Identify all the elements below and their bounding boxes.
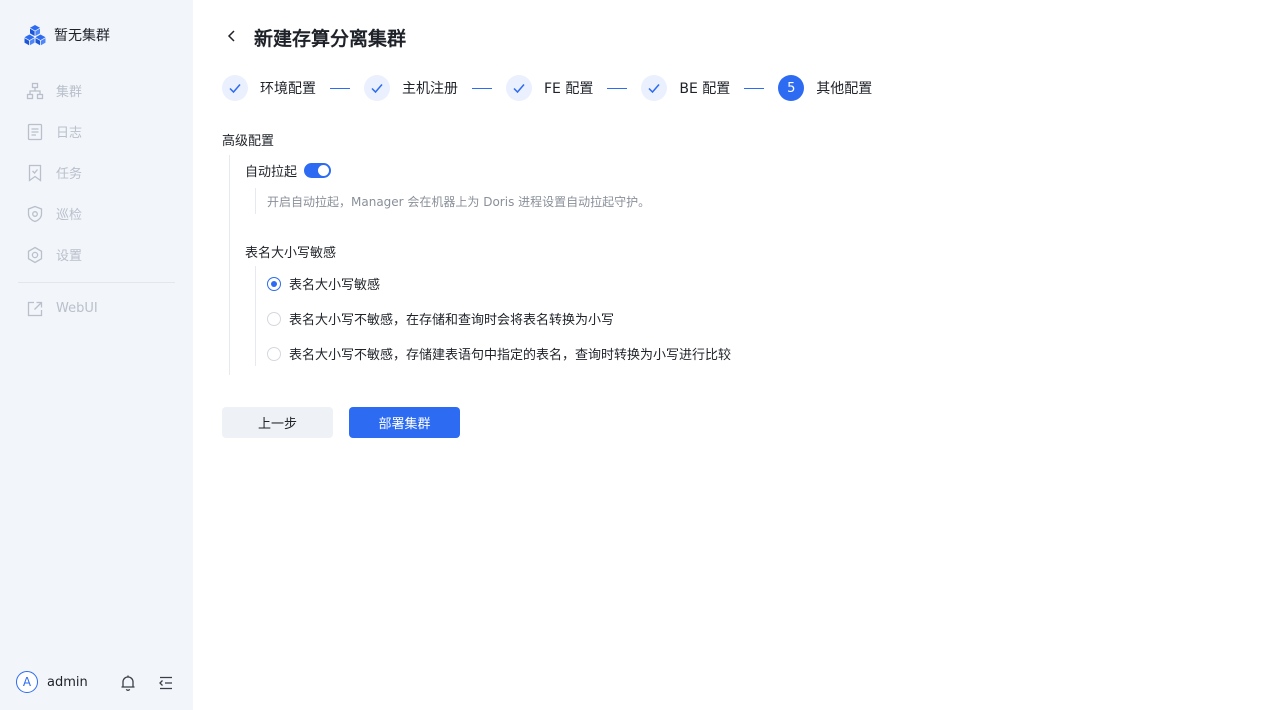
previous-step-button[interactable]: 上一步 xyxy=(222,407,333,438)
step-done-circle xyxy=(506,75,532,101)
sidebar-item-label: 日志 xyxy=(56,126,83,141)
section-title: 高级配置 xyxy=(222,134,275,149)
description-indent-line xyxy=(255,188,256,214)
autostart-toggle[interactable] xyxy=(304,163,331,178)
step-host: 主机注册 xyxy=(364,75,458,101)
avatar: A xyxy=(16,671,38,693)
user-name: admin xyxy=(47,674,88,690)
autostart-label: 自动拉起 xyxy=(245,165,298,180)
collapse-menu-icon[interactable] xyxy=(157,674,175,692)
step-label: 主机注册 xyxy=(402,81,458,97)
deploy-cluster-button[interactable]: 部署集群 xyxy=(349,407,460,438)
step-active-circle: 5 xyxy=(778,75,805,101)
radio-option-lowercase-store[interactable]: 表名大小写不敏感，在存储和查询时会将表名转换为小写 xyxy=(267,309,614,328)
radio-option-lowercase-compare[interactable]: 表名大小写不敏感，存储建表语句中指定的表名，查询时转换为小写进行比较 xyxy=(267,344,731,363)
sidebar-item-log[interactable]: 日志 xyxy=(0,111,193,152)
cluster-icon xyxy=(26,82,44,99)
group-indent-line xyxy=(229,155,230,375)
step-connector xyxy=(744,87,765,89)
radio-button-checked[interactable] xyxy=(267,276,281,291)
sidebar-nav: 集群 日志 任务 巡检 设置 xyxy=(0,70,193,275)
radio-button[interactable] xyxy=(267,346,281,361)
sidebar: 暂无集群 集群 日志 任务 巡检 设置 WebUI A admin xyxy=(0,0,193,710)
sidebar-divider xyxy=(18,282,175,283)
step-connector xyxy=(472,87,492,89)
sidebar-item-task[interactable]: 任务 xyxy=(0,152,193,193)
sidebar-item-label: 任务 xyxy=(56,167,83,182)
step-label: 其他配置 xyxy=(816,81,873,97)
radio-option-case-sensitive[interactable]: 表名大小写敏感 xyxy=(267,274,380,293)
step-label: 环境配置 xyxy=(260,81,316,97)
sidebar-item-label: 巡检 xyxy=(56,208,83,223)
step-done-circle xyxy=(364,75,390,101)
sidebar-item-webui[interactable]: WebUI xyxy=(0,288,193,329)
bell-icon[interactable] xyxy=(119,674,137,692)
stepper: 环境配置 主机注册 FE 配置 BE 配置 5 其他配置 xyxy=(222,75,872,101)
case-sensitivity-label: 表名大小写敏感 xyxy=(245,246,337,261)
step-be: BE 配置 xyxy=(641,75,730,101)
user-profile[interactable]: A admin xyxy=(16,670,88,694)
step-connector xyxy=(607,87,628,89)
sidebar-item-settings[interactable]: 设置 xyxy=(0,234,193,275)
radio-label: 表名大小写不敏感，在存储和查询时会将表名转换为小写 xyxy=(289,313,615,328)
sidebar-item-label: 集群 xyxy=(56,85,83,100)
shield-icon xyxy=(27,205,43,222)
autostart-description: 开启自动拉起，Manager 会在机器上为 Doris 进程设置自动拉起守护。 xyxy=(267,195,651,209)
external-link-icon xyxy=(27,301,43,316)
radio-button[interactable] xyxy=(267,311,281,326)
sidebar-item-label: 设置 xyxy=(56,249,83,264)
step-fe: FE 配置 xyxy=(506,75,593,101)
step-other: 5 其他配置 xyxy=(778,75,872,101)
check-icon xyxy=(229,84,241,94)
page-title: 新建存算分离集群 xyxy=(254,28,407,50)
brand-title: 暂无集群 xyxy=(54,28,110,44)
check-icon xyxy=(371,84,383,94)
radio-indent-line xyxy=(255,266,256,366)
step-done-circle xyxy=(222,75,248,101)
task-icon xyxy=(28,164,42,182)
step-label: FE 配置 xyxy=(544,81,594,97)
step-connector xyxy=(330,87,350,89)
radio-label: 表名大小写敏感 xyxy=(289,278,381,293)
step-env: 环境配置 xyxy=(222,75,316,101)
sidebar-item-inspect[interactable]: 巡检 xyxy=(0,193,193,234)
sidebar-item-cluster[interactable]: 集群 xyxy=(0,70,193,111)
sidebar-item-label: WebUI xyxy=(56,301,98,316)
check-icon xyxy=(648,84,660,94)
chevron-left-icon[interactable] xyxy=(223,27,241,45)
check-icon xyxy=(513,84,525,94)
log-icon xyxy=(27,123,43,140)
gear-icon xyxy=(27,246,43,263)
cubes-logo-icon xyxy=(24,25,46,46)
radio-label: 表名大小写不敏感，存储建表语句中指定的表名，查询时转换为小写进行比较 xyxy=(289,348,732,363)
step-label: BE 配置 xyxy=(679,81,731,97)
step-done-circle xyxy=(641,75,668,101)
brand[interactable]: 暂无集群 xyxy=(24,24,110,46)
main-content: 新建存算分离集群 环境配置 主机注册 FE 配置 BE 配置 5 其他配置 高级… xyxy=(193,0,1280,710)
